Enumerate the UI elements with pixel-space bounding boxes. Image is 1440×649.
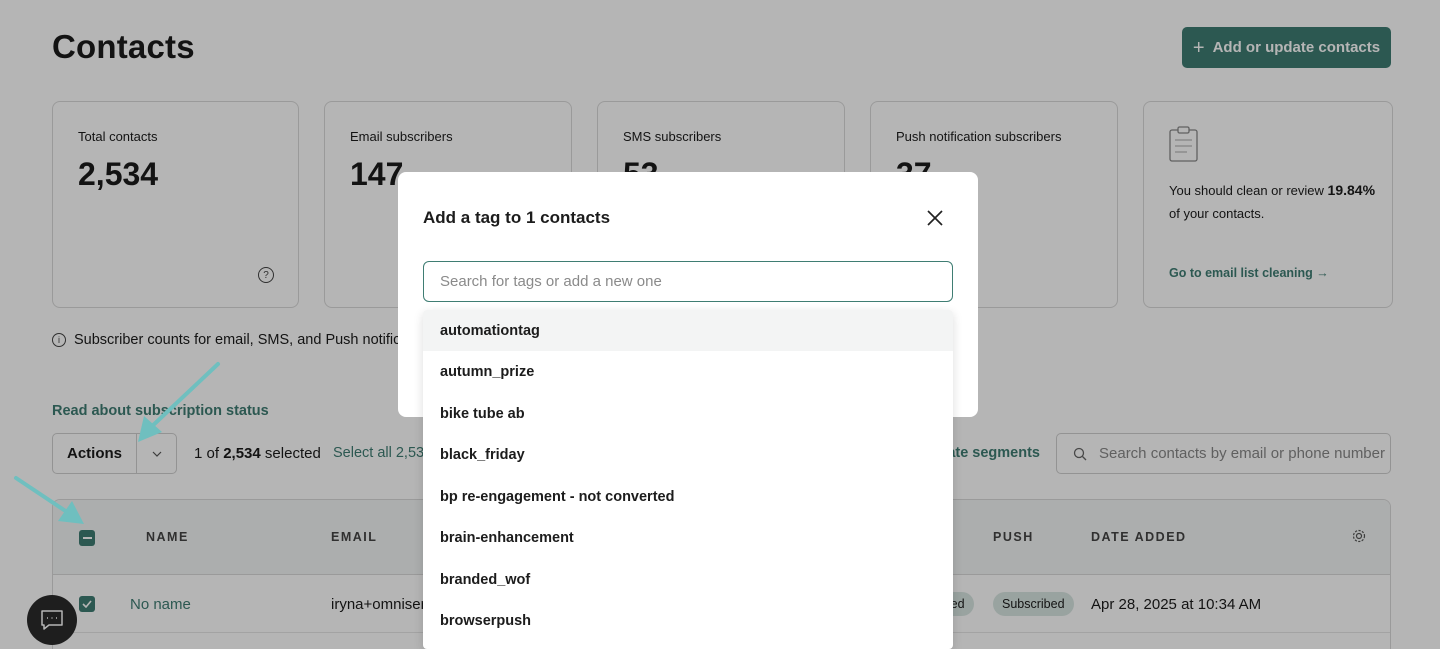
tag-option[interactable]: bp re-engagement - not converted — [423, 476, 953, 517]
modal-title: Add a tag to 1 contacts — [423, 208, 611, 227]
tag-option[interactable]: automationtag — [423, 310, 953, 351]
tag-option[interactable]: autumn_prize — [423, 351, 953, 392]
tag-option[interactable]: browserpush — [423, 600, 953, 641]
tag-dropdown: automationtag autumn_prize bike tube ab … — [423, 310, 953, 649]
close-icon[interactable] — [924, 207, 946, 229]
annotation-arrow-icon — [138, 362, 220, 442]
tag-option[interactable]: bike tube ab — [423, 393, 953, 434]
annotation-arrow-icon — [14, 476, 84, 524]
tag-option[interactable]: black_friday — [423, 434, 953, 475]
tag-search-input[interactable] — [423, 261, 953, 302]
tag-option[interactable]: brain-enhancement — [423, 517, 953, 558]
tag-option[interactable]: branded_wof — [423, 559, 953, 600]
